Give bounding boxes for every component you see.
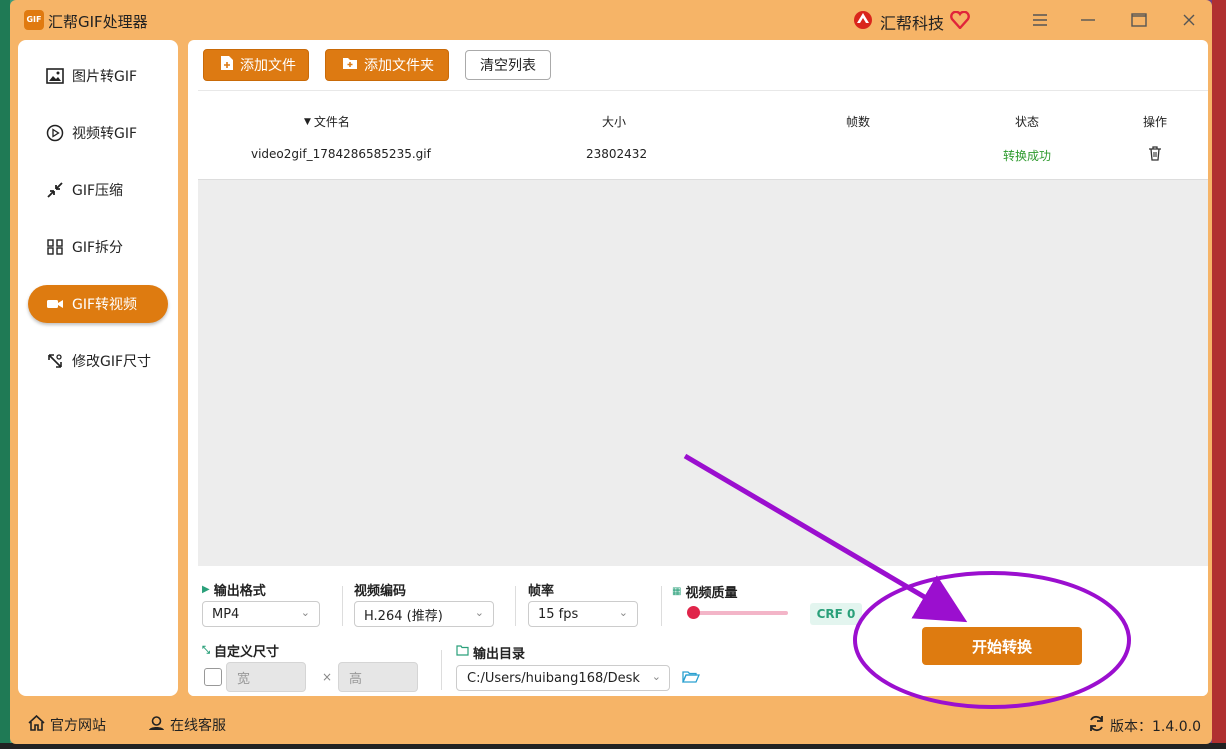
crf-value-badge: CRF 0 (810, 603, 862, 625)
quality-slider-handle[interactable] (687, 606, 700, 619)
brand-name: 汇帮科技 (880, 14, 945, 33)
video-quality-label: ▦ 视频质量 (672, 586, 738, 601)
desktop-right-edge (1212, 0, 1226, 749)
divider (441, 650, 442, 690)
divider (661, 586, 662, 626)
width-input[interactable]: 宽 (226, 662, 306, 692)
video-codec-select[interactable]: H.264 (推荐) ⌄ (354, 601, 494, 627)
grid-icon: ▦ (672, 586, 682, 597)
sidebar-item-gif-compress[interactable]: GIF压缩 (28, 171, 168, 209)
column-header-frames[interactable]: 帧数 (846, 113, 870, 130)
sidebar-item-label: 视频转GIF (72, 126, 138, 142)
split-icon (46, 238, 64, 256)
resize-icon (46, 352, 64, 370)
sidebar: 图片转GIF 视频转GIF GIF压缩 GIF拆分 GIF转视频 修改GIF尺寸 (18, 40, 178, 696)
custom-size-label: ⤡ 自定义尺寸 (202, 645, 280, 660)
resize-icon: ⤡ (202, 645, 210, 656)
sidebar-item-label: 图片转GIF (72, 69, 138, 85)
bottom-bar: 官方网站 在线客服 版本：1.4.0.0 (10, 704, 1212, 744)
frame-rate-select[interactable]: 15 fps ⌄ (528, 601, 638, 627)
divider (515, 586, 516, 626)
output-format-select[interactable]: MP4 ⌄ (202, 601, 320, 627)
headset-icon (148, 715, 165, 735)
chevron-down-icon: ⌄ (300, 606, 310, 619)
home-icon (28, 714, 45, 735)
add-folder-icon (342, 56, 358, 74)
add-file-label: 添加文件 (240, 58, 296, 74)
clear-list-button[interactable]: 清空列表 (465, 50, 551, 80)
column-header-filename[interactable]: ▼ 文件名 (304, 113, 350, 130)
minimize-icon[interactable] (1073, 8, 1103, 32)
video-codec-label: 视频编码 (354, 584, 407, 599)
play-icon (46, 124, 64, 142)
version-info[interactable]: 版本：1.4.0.0 (1088, 715, 1201, 736)
chevron-down-icon: ⌄ (618, 606, 628, 619)
column-header-size[interactable]: 大小 (602, 113, 626, 130)
cell-status: 转换成功 (1003, 149, 1052, 163)
brand: 汇帮科技 (852, 9, 970, 35)
maximize-icon[interactable] (1124, 8, 1154, 32)
cell-size: 23802432 (586, 147, 648, 161)
compress-icon (46, 181, 64, 199)
title-bar: GIF 汇帮GIF处理器 汇帮科技 (10, 0, 1212, 40)
folder-icon (456, 645, 469, 660)
desktop-left-edge (0, 0, 10, 749)
cell-filename: video2gif_1784286585235.gif (251, 147, 431, 161)
heart-icon[interactable] (950, 10, 970, 33)
image-icon (46, 67, 64, 85)
column-header-actions: 操作 (1143, 115, 1168, 129)
add-file-button[interactable]: 添加文件 (203, 49, 309, 81)
video-camera-icon (46, 295, 64, 313)
menu-icon[interactable] (1025, 8, 1055, 32)
times-sign: × (322, 670, 333, 684)
close-icon[interactable] (1174, 8, 1204, 32)
sidebar-item-label: 修改GIF尺寸 (72, 354, 152, 370)
sidebar-item-label: GIF拆分 (72, 240, 124, 256)
sidebar-item-label: GIF转视频 (72, 297, 138, 313)
support-link[interactable]: 在线客服 (148, 715, 226, 735)
sidebar-item-resize-gif[interactable]: 修改GIF尺寸 (28, 342, 168, 380)
table-header: ▼ 文件名 大小 帧数 状态 操作 (198, 90, 1208, 130)
sidebar-item-gif-to-video[interactable]: GIF转视频 (28, 285, 168, 323)
quality-slider-track[interactable] (692, 611, 788, 615)
add-folder-button[interactable]: 添加文件夹 (325, 49, 449, 81)
output-format-label: ▶ 输出格式 (202, 584, 266, 599)
toolbar: 添加文件 添加文件夹 清空列表 (188, 40, 1208, 90)
chevron-down-icon: ⌄ (474, 606, 484, 619)
trash-icon[interactable] (1148, 146, 1162, 164)
sidebar-item-gif-split[interactable]: GIF拆分 (28, 228, 168, 266)
website-link[interactable]: 官方网站 (28, 714, 106, 735)
file-list: ▼ 文件名 大小 帧数 状态 操作 video2gif_178428658523… (198, 90, 1208, 566)
add-file-icon (220, 55, 234, 75)
table-row[interactable]: video2gif_1784286585235.gif 23802432 转换成… (198, 130, 1208, 180)
divider (342, 586, 343, 626)
sidebar-item-video-to-gif[interactable]: 视频转GIF (28, 114, 168, 152)
sidebar-item-image-to-gif[interactable]: 图片转GIF (28, 57, 168, 95)
add-folder-label: 添加文件夹 (364, 58, 434, 74)
refresh-icon (1088, 715, 1105, 736)
height-input[interactable]: 高 (338, 662, 418, 692)
brand-logo-icon (852, 9, 874, 35)
sidebar-item-label: GIF压缩 (72, 183, 124, 199)
settings-panel: ▶ 输出格式 MP4 ⌄ 视频编码 H.264 (推荐) ⌄ 帧率 15 fps… (188, 566, 1208, 696)
start-convert-button[interactable]: 开始转换 (922, 627, 1082, 665)
frame-rate-label: 帧率 (528, 584, 555, 599)
column-header-status[interactable]: 状态 (1015, 113, 1039, 130)
open-folder-icon[interactable] (682, 670, 700, 688)
video-camera-icon: ▶ (202, 584, 210, 595)
main-panel: 添加文件 添加文件夹 清空列表 ▼ 文件名 大小 帧数 状态 操作 video2… (188, 40, 1208, 696)
output-dir-label: 输出目录 (456, 643, 525, 662)
custom-size-checkbox[interactable] (204, 668, 222, 686)
output-dir-select[interactable]: C:/Users/huibang168/Desk ⌄ (456, 665, 670, 691)
app-window: GIF 汇帮GIF处理器 汇帮科技 图片转GIF 视频转GIF GIF压缩 GI… (10, 0, 1212, 744)
app-title: 汇帮GIF处理器 (48, 13, 148, 31)
app-logo: GIF (24, 10, 44, 30)
chevron-down-icon: ⌄ (651, 670, 661, 683)
sort-down-icon: ▼ (304, 116, 311, 127)
